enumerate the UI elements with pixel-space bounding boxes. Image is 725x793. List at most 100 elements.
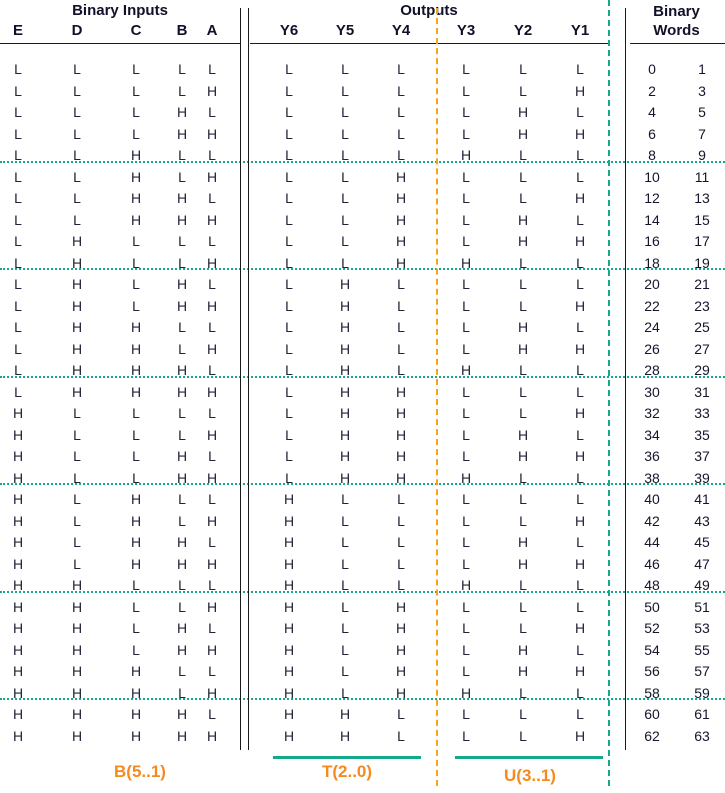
logic-cell: L bbox=[132, 426, 140, 443]
logic-cell: H bbox=[12, 620, 24, 636]
b-bus-label: B(5..1) bbox=[114, 762, 166, 781]
logic-cell: L bbox=[519, 491, 527, 507]
logic-cell: H bbox=[71, 620, 83, 636]
logic-cell: L bbox=[462, 104, 470, 120]
logic-cell: L bbox=[341, 211, 349, 228]
logic-cell: L bbox=[285, 276, 293, 292]
logic-cell: H bbox=[395, 168, 407, 185]
logic-cell: H bbox=[130, 383, 142, 400]
logic-cell: H bbox=[339, 383, 351, 400]
word-cell: 20 bbox=[644, 276, 660, 292]
logic-cell: L bbox=[208, 534, 216, 550]
logic-cell: L bbox=[576, 598, 584, 615]
logic-cell: H bbox=[130, 491, 142, 507]
logic-cell: L bbox=[14, 319, 22, 335]
logic-cell: L bbox=[462, 598, 470, 615]
word-cell: 27 bbox=[694, 340, 710, 357]
logic-cell: H bbox=[206, 383, 218, 400]
logic-cell: H bbox=[339, 297, 351, 314]
logic-cell: H bbox=[71, 297, 83, 314]
word-cell: 32 bbox=[644, 405, 660, 421]
logic-cell: L bbox=[397, 512, 405, 529]
logic-cell: H bbox=[339, 426, 351, 443]
word-cell: 56 bbox=[644, 663, 660, 679]
logic-cell: L bbox=[285, 319, 293, 335]
logic-cell: H bbox=[395, 190, 407, 206]
logic-cell: L bbox=[519, 190, 527, 206]
word-cell: 62 bbox=[644, 727, 660, 744]
logic-cell: H bbox=[574, 340, 586, 357]
logic-cell: L bbox=[73, 211, 81, 228]
logic-cell: L bbox=[341, 61, 349, 77]
word-cell: 46 bbox=[644, 555, 660, 572]
column-header-y2: Y2 bbox=[513, 22, 533, 39]
group-separator bbox=[0, 375, 725, 378]
logic-cell: H bbox=[206, 598, 218, 615]
logic-cell: H bbox=[71, 319, 83, 335]
word-cell: 12 bbox=[644, 190, 660, 206]
logic-cell: H bbox=[130, 319, 142, 335]
logic-cell: H bbox=[395, 383, 407, 400]
word-cell: 21 bbox=[694, 276, 710, 292]
word-cell: 35 bbox=[694, 426, 710, 443]
logic-cell: H bbox=[71, 598, 83, 615]
logic-cell: H bbox=[206, 727, 218, 744]
logic-cell: L bbox=[14, 233, 22, 249]
logic-cell: H bbox=[339, 706, 351, 722]
group-separator bbox=[0, 268, 725, 270]
logic-cell: L bbox=[73, 534, 81, 550]
word-cell: 17 bbox=[694, 233, 710, 249]
logic-cell: L bbox=[14, 211, 22, 228]
logic-cell: L bbox=[285, 405, 293, 421]
word-cell: 36 bbox=[644, 448, 660, 464]
logic-cell: H bbox=[12, 448, 24, 464]
logic-cell: L bbox=[462, 405, 470, 421]
logic-cell: H bbox=[574, 663, 586, 679]
logic-cell: H bbox=[339, 276, 351, 292]
word-cell: 22 bbox=[644, 297, 660, 314]
logic-cell: L bbox=[132, 448, 140, 464]
t-u-split-dashed-line bbox=[436, 8, 438, 786]
column-header-y6: Y6 bbox=[279, 22, 299, 39]
logic-cell: L bbox=[341, 125, 349, 142]
logic-cell: L bbox=[208, 104, 216, 120]
logic-cell: L bbox=[462, 448, 470, 464]
logic-cell: L bbox=[397, 340, 405, 357]
logic-cell: L bbox=[576, 383, 584, 400]
logic-cell: H bbox=[574, 125, 586, 142]
logic-cell: L bbox=[341, 512, 349, 529]
word-cell: 41 bbox=[694, 491, 710, 507]
logic-cell: H bbox=[283, 491, 295, 507]
logic-cell: H bbox=[12, 491, 24, 507]
logic-cell: H bbox=[574, 297, 586, 314]
logic-cell: L bbox=[132, 297, 140, 314]
logic-cell: L bbox=[576, 104, 584, 120]
logic-cell: L bbox=[285, 340, 293, 357]
logic-cell: L bbox=[285, 61, 293, 77]
logic-cell: L bbox=[208, 491, 216, 507]
logic-cell: L bbox=[341, 534, 349, 550]
logic-cell: L bbox=[462, 641, 470, 658]
logic-cell: L bbox=[341, 641, 349, 658]
column-header-a: A bbox=[206, 22, 218, 39]
logic-cell: L bbox=[132, 104, 140, 120]
logic-cell: H bbox=[517, 125, 529, 142]
logic-cell: H bbox=[574, 512, 586, 529]
outputs-header-rule bbox=[250, 43, 608, 44]
logic-cell: H bbox=[71, 663, 83, 679]
logic-cell: L bbox=[462, 190, 470, 206]
logic-cell: L bbox=[208, 620, 216, 636]
logic-cell: L bbox=[132, 82, 140, 99]
logic-cell: H bbox=[339, 340, 351, 357]
outputs-right-dashed-line bbox=[608, 0, 610, 786]
logic-cell: L bbox=[73, 61, 81, 77]
logic-cell: H bbox=[206, 125, 218, 142]
logic-cell: H bbox=[71, 706, 83, 722]
inputs-outputs-divider-right bbox=[248, 8, 249, 750]
logic-cell: L bbox=[132, 233, 140, 249]
logic-cell: H bbox=[283, 620, 295, 636]
word-cell: 1 bbox=[698, 61, 706, 77]
logic-cell: H bbox=[574, 448, 586, 464]
logic-cell: L bbox=[341, 82, 349, 99]
logic-cell: L bbox=[519, 405, 527, 421]
